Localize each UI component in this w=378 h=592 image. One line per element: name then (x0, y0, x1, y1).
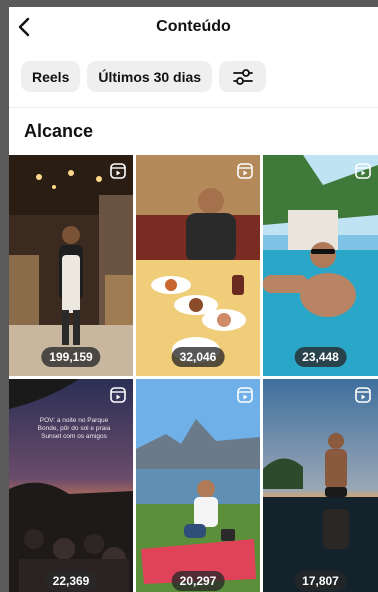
filter-date-range-button[interactable]: Últimos 30 dias (87, 61, 213, 92)
post-tile[interactable]: 20,297 (136, 379, 260, 592)
post-tile[interactable]: 32,046 (136, 155, 260, 376)
filter-bar: Reels Últimos 30 dias (21, 61, 267, 92)
post-caption-overlay: POV: a noite no Parque Bonde, pôr do sol… (37, 417, 111, 440)
top-bar: Conteúdo (9, 7, 378, 49)
views-count: 17,807 (294, 571, 347, 591)
post-tile[interactable]: POV: a noite no Parque Bonde, pôr do sol… (9, 379, 133, 592)
post-tile[interactable]: 23,448 (263, 155, 378, 376)
filter-settings-button[interactable] (219, 61, 267, 92)
section-title: Alcance (24, 121, 94, 141)
post-thumbnail (9, 155, 133, 376)
page-title: Conteúdo (156, 18, 231, 35)
views-count: 32,046 (171, 347, 225, 367)
divider (9, 107, 378, 108)
post-tile[interactable]: 199,159 (9, 155, 133, 376)
reel-icon (110, 387, 126, 403)
views-count: 199,159 (41, 347, 101, 367)
post-thumbnail (9, 379, 133, 592)
views-count: 23,448 (294, 347, 347, 367)
reel-icon (355, 163, 371, 179)
filter-reels-button[interactable]: Reels (21, 61, 81, 92)
reel-icon (237, 387, 253, 403)
sliders-icon (232, 68, 253, 85)
post-thumbnail (263, 379, 378, 592)
views-count: 22,369 (44, 571, 98, 591)
post-tile[interactable]: 17,807 (263, 379, 378, 592)
post-thumbnail (136, 379, 260, 592)
content-screen: Conteúdo Reels Últimos 30 dias Alcance 1… (9, 7, 378, 592)
reel-icon (110, 163, 126, 179)
reel-icon (237, 163, 253, 179)
reel-icon (355, 387, 371, 403)
views-count: 20,297 (171, 571, 225, 591)
post-thumbnail (263, 155, 378, 376)
post-thumbnail (136, 155, 260, 376)
